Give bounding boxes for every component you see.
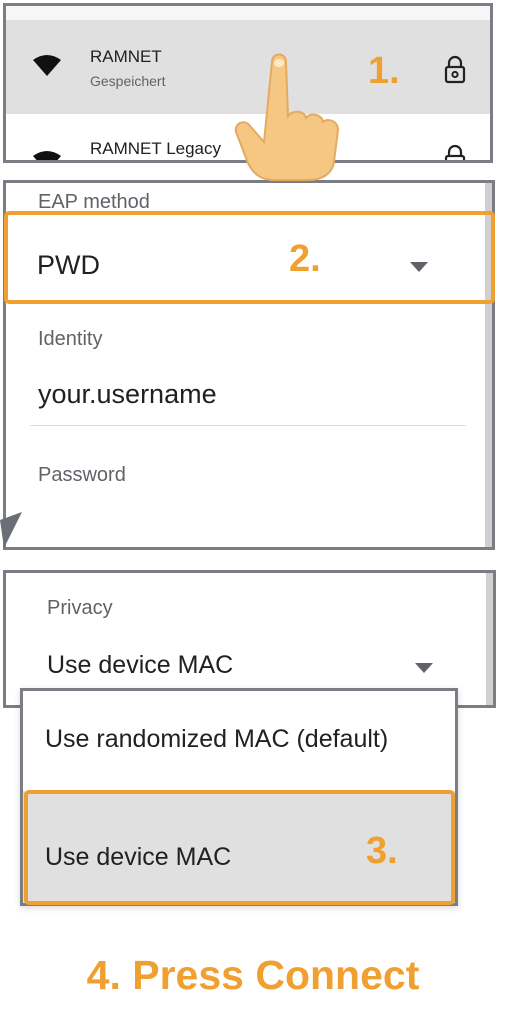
lock-icon xyxy=(444,55,466,85)
step-1-label: 1. xyxy=(368,50,400,92)
identity-value: your.username xyxy=(38,379,217,409)
dropdown-option-label: Use randomized MAC (default) xyxy=(45,725,389,753)
network-status: Gespeichert xyxy=(90,73,166,89)
network-name: RAMNET Legacy xyxy=(90,139,222,158)
network-name: RAMNET xyxy=(90,47,162,66)
privacy-label: Privacy xyxy=(47,597,113,619)
chevron-down-icon xyxy=(415,660,433,678)
instruction-text: 4. Press Connect xyxy=(86,952,420,998)
privacy-value: Use device MAC xyxy=(47,651,234,679)
wifi-icon xyxy=(32,150,62,160)
password-label: Password xyxy=(38,464,126,486)
settings-scrollbar[interactable] xyxy=(486,573,493,705)
callout-pointer-icon xyxy=(0,512,22,553)
tap-hand-icon xyxy=(228,50,344,182)
step-3-label: 3. xyxy=(366,830,398,872)
eap-method-highlight xyxy=(4,211,495,304)
lock-icon xyxy=(444,144,466,160)
step-2-label: 2. xyxy=(289,238,321,280)
identity-label: Identity xyxy=(38,328,103,350)
password-field[interactable] xyxy=(30,495,466,545)
dropdown-option[interactable]: Use randomized MAC (default) xyxy=(23,691,455,791)
identity-field[interactable]: your.username xyxy=(30,365,466,426)
wifi-icon xyxy=(32,54,62,81)
